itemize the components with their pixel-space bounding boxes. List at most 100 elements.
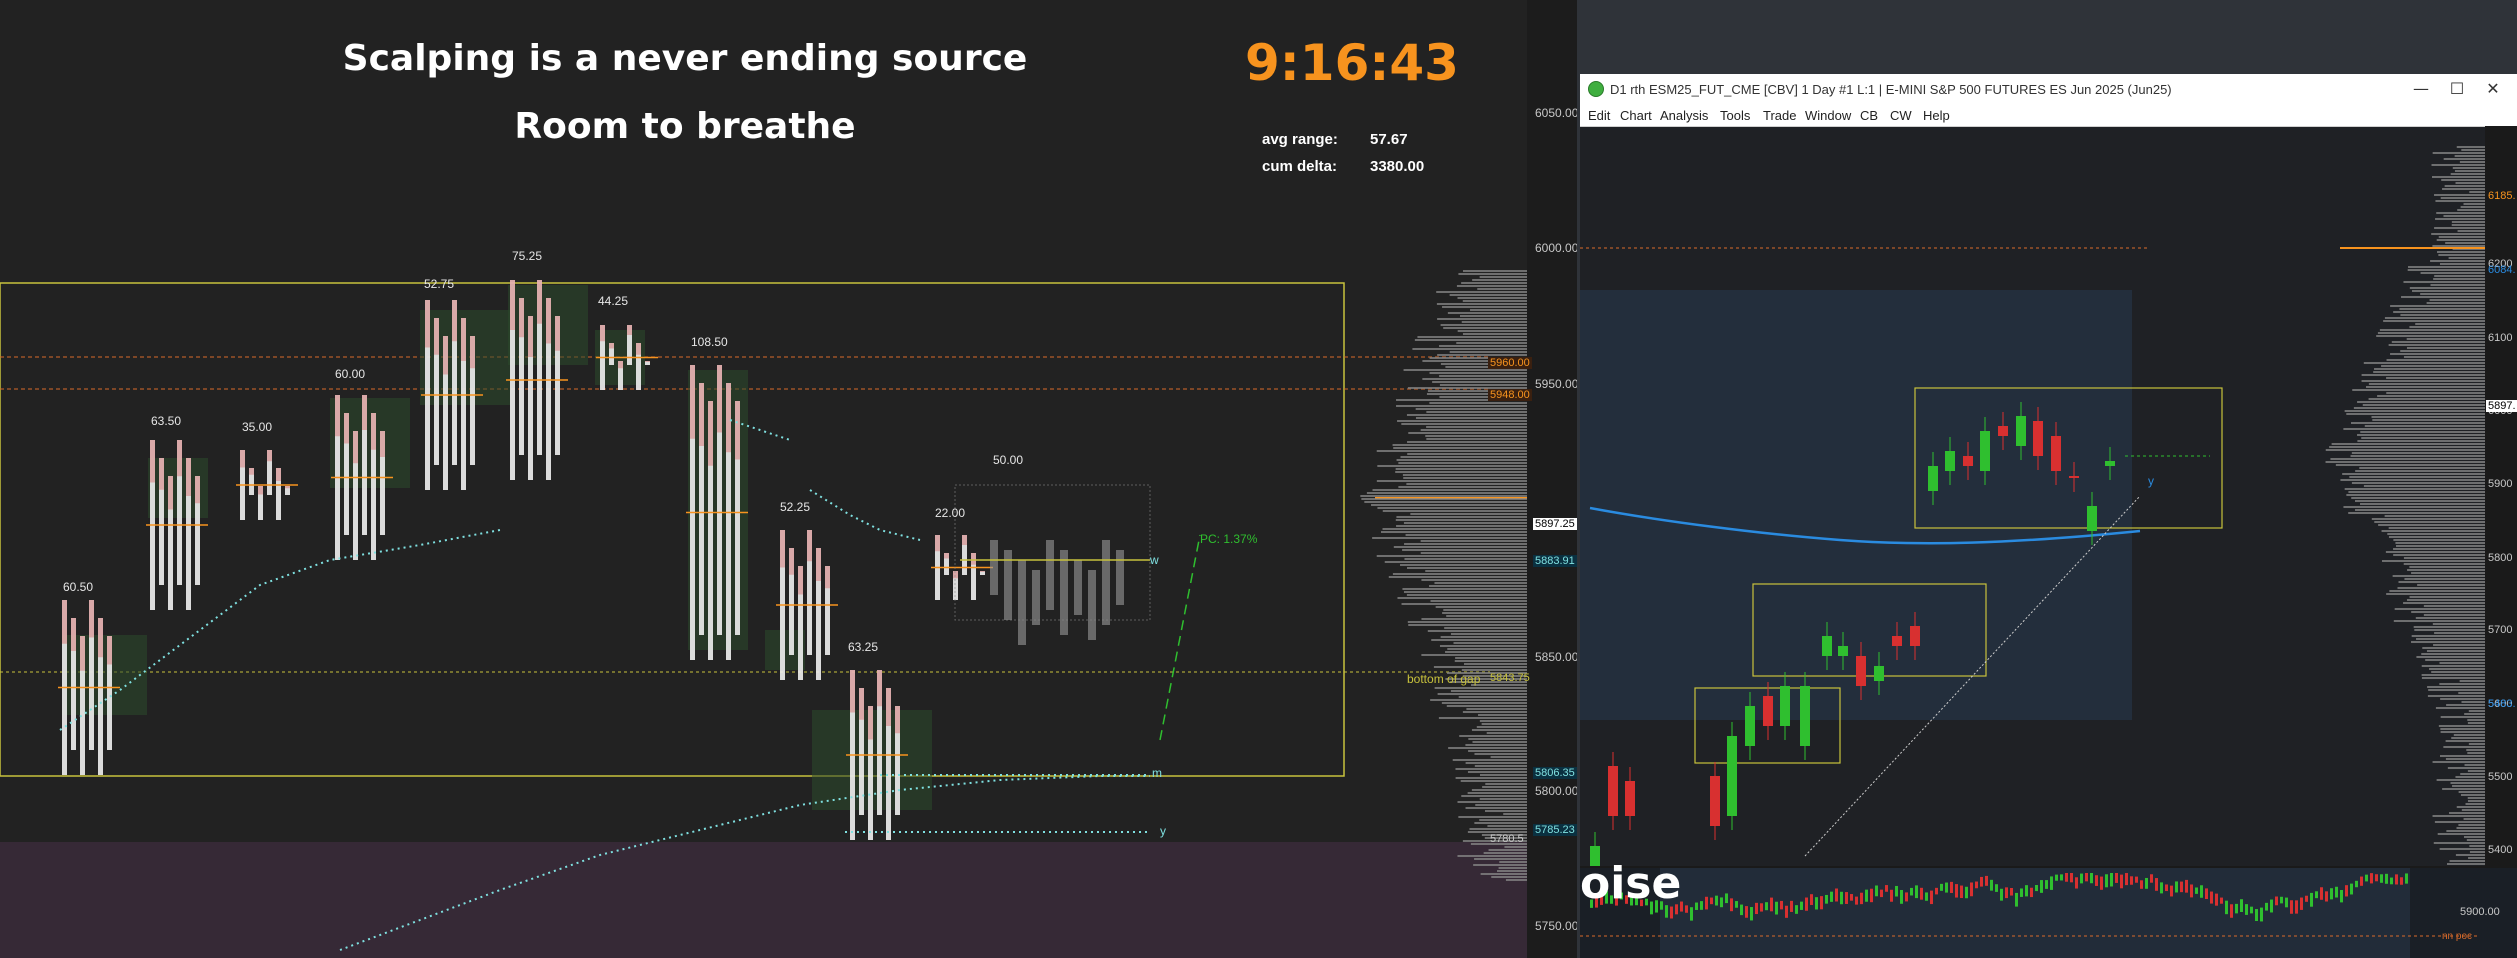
mini-candle [1840, 891, 1843, 905]
profile-bar [2403, 557, 2485, 559]
bottom-chart-strip[interactable]: oise 5900.00 nn poc [1580, 858, 2517, 958]
candle-body [1928, 466, 1938, 491]
menu-window[interactable]: Window [1805, 108, 1851, 123]
price-tag-5843: 5843.75 [1490, 672, 1530, 684]
close-button[interactable]: ✕ [2482, 78, 2504, 100]
price-tag-5897: 5897. [2486, 400, 2517, 412]
profile-bar [1420, 540, 1527, 542]
profile-bar [2411, 641, 2485, 643]
profile-bar [2450, 173, 2485, 175]
maximize-button[interactable]: ☐ [2446, 78, 2468, 100]
mini-candle [2010, 888, 2013, 896]
profile-bar [2350, 455, 2485, 457]
profile-bar [2435, 218, 2485, 220]
profile-bar [1485, 783, 1527, 785]
profile-bar [1407, 621, 1527, 623]
profile-bar [2431, 164, 2485, 166]
menu-trade[interactable]: Trade [1763, 108, 1796, 123]
footprint-column [825, 566, 830, 589]
profile-bar [2438, 725, 2485, 727]
mini-candle [2175, 881, 2178, 893]
profile-bar [1450, 690, 1527, 692]
profile-bar [1392, 573, 1527, 575]
menu-cb[interactable]: CB [1860, 108, 1878, 123]
footprint-column [519, 298, 524, 338]
menu-cw[interactable]: CW [1890, 108, 1912, 123]
profile-bar [2390, 353, 2485, 355]
profile-bar [1403, 369, 1527, 371]
mini-candle [1725, 893, 1728, 904]
menu-help[interactable]: Help [1923, 108, 1950, 123]
profile-bar [2436, 779, 2485, 781]
mini-candle [2305, 895, 2308, 902]
daily-chart-canvas[interactable] [1580, 126, 2517, 958]
mini-candle [1795, 905, 1798, 914]
profile-bar [2344, 488, 2485, 490]
daily-chart-window[interactable]: D1 rth ESM25_FUT_CME [CBV] 1 Day #1 L:1 … [1580, 74, 2517, 958]
profile-bar [2467, 719, 2485, 721]
price-axis[interactable]: 6050.00 6000.00 5950.00 5850.00 5800.00 … [1527, 0, 1577, 958]
profile-bar [1388, 576, 1527, 578]
profile-bar [1393, 447, 1527, 449]
profile-bar [2442, 788, 2485, 790]
profile-bar [2446, 863, 2485, 865]
mini-candle [1770, 897, 1773, 912]
mini-candle [2295, 900, 2298, 914]
window-titlebar[interactable]: D1 rth ESM25_FUT_CME [CBV] 1 Day #1 L:1 … [1580, 74, 2517, 104]
profile-bar [1432, 381, 1527, 383]
window-title: D1 rth ESM25_FUT_CME [CBV] 1 Day #1 L:1 … [1610, 82, 2172, 97]
mini-candle [2195, 887, 2198, 894]
mini-candle [2240, 899, 2243, 913]
app-icon [1588, 81, 1604, 97]
profile-bar [2393, 554, 2485, 556]
profile-bar [1468, 750, 1527, 752]
footprint-chart-panel[interactable]: Scalping is a never ending source Room t… [0, 0, 1577, 958]
poc-tag: nn poc [2442, 931, 2473, 942]
footprint-column [537, 280, 542, 324]
ghost-column [1032, 570, 1040, 625]
menu-analysis[interactable]: Analysis [1660, 108, 1708, 123]
menu-chart[interactable]: Chart [1620, 108, 1652, 123]
price-tag-5948: 5948.00 [1488, 389, 1532, 401]
profile-bar [2399, 308, 2485, 310]
profile-bar [2348, 491, 2485, 493]
value-area-shade [1580, 290, 2132, 720]
profile-bar [1382, 510, 1527, 512]
profile-bar [2442, 188, 2485, 190]
profile-bar [1407, 453, 1527, 455]
price-tag-5883: 5883.91 [1533, 555, 1577, 567]
profile-bar [2439, 263, 2485, 265]
profile-bar [2423, 614, 2485, 616]
minimize-button[interactable]: — [2410, 78, 2432, 100]
mini-candle [1800, 901, 1803, 910]
mini-candle [2095, 875, 2098, 886]
price-tag-5483: 5483. [2488, 698, 2516, 710]
mini-candle [2360, 876, 2363, 886]
profile-bar [1477, 288, 1527, 290]
profile-bar [2377, 395, 2485, 397]
profile-bar [2446, 830, 2485, 832]
profile-bar [2466, 839, 2485, 841]
mini-candle [2065, 873, 2068, 882]
profile-bar [2385, 551, 2485, 553]
profile-bar [1377, 465, 1527, 467]
mini-candle [2115, 873, 2118, 883]
profile-bar [1466, 708, 1527, 710]
mini-candle [1950, 881, 1953, 893]
footprint-column [461, 318, 466, 361]
session-clock: 9:16:43 [1245, 34, 1459, 92]
axis-tick-label: 5700 [2488, 624, 2513, 636]
menu-tools[interactable]: Tools [1720, 108, 1750, 123]
mini-candle [1850, 894, 1853, 901]
mini-candle [1915, 885, 1918, 899]
profile-bar [2466, 749, 2485, 751]
profile-bar [2429, 668, 2485, 670]
profile-bar [2355, 470, 2485, 472]
footprint-column [895, 706, 900, 734]
profile-bar [1417, 336, 1527, 338]
menu-edit[interactable]: Edit [1588, 108, 1610, 123]
profile-bar [1402, 588, 1527, 590]
profile-bar [2346, 413, 2485, 415]
profile-bar [1372, 537, 1527, 539]
mini-candle [2050, 876, 2053, 890]
